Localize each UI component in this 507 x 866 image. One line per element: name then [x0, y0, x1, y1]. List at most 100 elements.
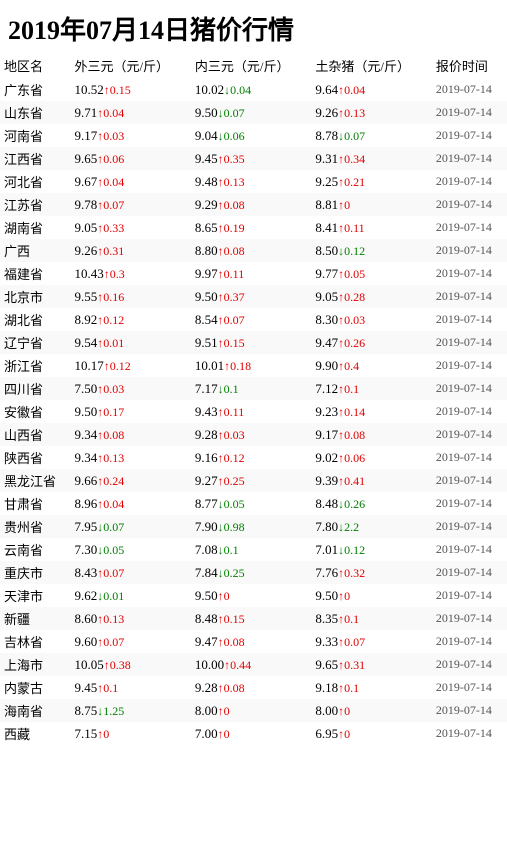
region-cell: 贵州省 — [0, 515, 70, 538]
tz-cell: 9.65↑0.31 — [311, 653, 431, 676]
table-row: 浙江省10.17↑0.1210.01↑0.189.90↑0.42019-07-1… — [0, 354, 507, 377]
date-cell: 2019-07-14 — [432, 584, 507, 607]
price-table: 地区名 外三元（元/斤） 内三元（元/斤） 土杂猪（元/斤） 报价时间 广东省1… — [0, 53, 507, 745]
region-cell: 甘肃省 — [0, 492, 70, 515]
n3-cell: 8.80↑0.08 — [191, 239, 311, 262]
w3-cell: 8.60↑0.13 — [70, 607, 190, 630]
date-cell: 2019-07-14 — [432, 78, 507, 101]
region-cell: 上海市 — [0, 653, 70, 676]
table-row: 甘肃省8.96↑0.048.77↓0.058.48↓0.262019-07-14 — [0, 492, 507, 515]
region-cell: 湖北省 — [0, 308, 70, 331]
w3-cell: 9.34↑0.13 — [70, 446, 190, 469]
n3-cell: 9.43↑0.11 — [191, 400, 311, 423]
table-row: 山东省9.71↑0.049.50↓0.079.26↑0.132019-07-14 — [0, 101, 507, 124]
n3-cell: 8.54↑0.07 — [191, 308, 311, 331]
w3-cell: 10.43↑0.3 — [70, 262, 190, 285]
table-row: 四川省7.50↑0.037.17↓0.17.12↑0.12019-07-14 — [0, 377, 507, 400]
n3-cell: 7.17↓0.1 — [191, 377, 311, 400]
tz-cell: 9.26↑0.13 — [311, 101, 431, 124]
tz-cell: 7.01↓0.12 — [311, 538, 431, 561]
date-cell: 2019-07-14 — [432, 193, 507, 216]
n3-cell: 7.08↓0.1 — [191, 538, 311, 561]
tz-cell: 9.05↑0.28 — [311, 285, 431, 308]
tz-cell: 7.12↑0.1 — [311, 377, 431, 400]
n3-cell: 9.50↑0 — [191, 584, 311, 607]
n3-cell: 9.04↓0.06 — [191, 124, 311, 147]
n3-cell: 8.65↑0.19 — [191, 216, 311, 239]
date-cell: 2019-07-14 — [432, 262, 507, 285]
date-cell: 2019-07-14 — [432, 538, 507, 561]
region-cell: 广西 — [0, 239, 70, 262]
w3-cell: 9.17↑0.03 — [70, 124, 190, 147]
w3-cell: 9.65↑0.06 — [70, 147, 190, 170]
w3-cell: 9.66↑0.24 — [70, 469, 190, 492]
table-row: 云南省7.30↓0.057.08↓0.17.01↓0.122019-07-14 — [0, 538, 507, 561]
w3-cell: 8.92↑0.12 — [70, 308, 190, 331]
table-row: 江苏省9.78↑0.079.29↑0.088.81↑02019-07-14 — [0, 193, 507, 216]
table-row: 内蒙古9.45↑0.19.28↑0.089.18↑0.12019-07-14 — [0, 676, 507, 699]
page-title: 2019年07月14日猪价行情 — [0, 0, 507, 53]
table-row: 湖北省8.92↑0.128.54↑0.078.30↑0.032019-07-14 — [0, 308, 507, 331]
table-row: 西藏7.15↑07.00↑06.95↑02019-07-14 — [0, 722, 507, 745]
region-cell: 安徽省 — [0, 400, 70, 423]
date-cell: 2019-07-14 — [432, 515, 507, 538]
w3-cell: 9.55↑0.16 — [70, 285, 190, 308]
region-cell: 吉林省 — [0, 630, 70, 653]
n3-cell: 9.29↑0.08 — [191, 193, 311, 216]
tz-cell: 6.95↑0 — [311, 722, 431, 745]
w3-cell: 9.26↑0.31 — [70, 239, 190, 262]
col-w3: 外三元（元/斤） — [70, 53, 190, 78]
table-row: 重庆市8.43↑0.077.84↓0.257.76↑0.322019-07-14 — [0, 561, 507, 584]
w3-cell: 10.52↑0.15 — [70, 78, 190, 101]
tz-cell: 8.35↑0.1 — [311, 607, 431, 630]
w3-cell: 9.05↑0.33 — [70, 216, 190, 239]
w3-cell: 9.34↑0.08 — [70, 423, 190, 446]
tz-cell: 9.39↑0.41 — [311, 469, 431, 492]
tz-cell: 8.81↑0 — [311, 193, 431, 216]
table-row: 海南省8.75↓1.258.00↑08.00↑02019-07-14 — [0, 699, 507, 722]
n3-cell: 9.16↑0.12 — [191, 446, 311, 469]
n3-cell: 9.47↑0.08 — [191, 630, 311, 653]
region-cell: 山西省 — [0, 423, 70, 446]
table-row: 广东省10.52↑0.1510.02↓0.049.64↑0.042019-07-… — [0, 78, 507, 101]
date-cell: 2019-07-14 — [432, 561, 507, 584]
tz-cell: 8.41↑0.11 — [311, 216, 431, 239]
table-row: 河南省9.17↑0.039.04↓0.068.78↓0.072019-07-14 — [0, 124, 507, 147]
region-cell: 河北省 — [0, 170, 70, 193]
region-cell: 江苏省 — [0, 193, 70, 216]
date-cell: 2019-07-14 — [432, 630, 507, 653]
col-tz: 土杂猪（元/斤） — [311, 53, 431, 78]
n3-cell: 7.90↓0.98 — [191, 515, 311, 538]
n3-cell: 9.28↑0.03 — [191, 423, 311, 446]
region-cell: 福建省 — [0, 262, 70, 285]
tz-cell: 9.18↑0.1 — [311, 676, 431, 699]
n3-cell: 9.28↑0.08 — [191, 676, 311, 699]
n3-cell: 9.45↑0.35 — [191, 147, 311, 170]
date-cell: 2019-07-14 — [432, 147, 507, 170]
n3-cell: 10.02↓0.04 — [191, 78, 311, 101]
w3-cell: 7.50↑0.03 — [70, 377, 190, 400]
w3-cell: 10.17↑0.12 — [70, 354, 190, 377]
tz-cell: 8.30↑0.03 — [311, 308, 431, 331]
region-cell: 陕西省 — [0, 446, 70, 469]
w3-cell: 10.05↑0.38 — [70, 653, 190, 676]
region-cell: 内蒙古 — [0, 676, 70, 699]
date-cell: 2019-07-14 — [432, 216, 507, 239]
w3-cell: 7.30↓0.05 — [70, 538, 190, 561]
col-n3: 内三元（元/斤） — [191, 53, 311, 78]
region-cell: 江西省 — [0, 147, 70, 170]
table-row: 福建省10.43↑0.39.97↑0.119.77↑0.052019-07-14 — [0, 262, 507, 285]
w3-cell: 9.60↑0.07 — [70, 630, 190, 653]
w3-cell: 7.15↑0 — [70, 722, 190, 745]
tz-cell: 7.76↑0.32 — [311, 561, 431, 584]
table-row: 广西9.26↑0.318.80↑0.088.50↓0.122019-07-14 — [0, 239, 507, 262]
region-cell: 河南省 — [0, 124, 70, 147]
region-cell: 重庆市 — [0, 561, 70, 584]
table-row: 新疆8.60↑0.138.48↑0.158.35↑0.12019-07-14 — [0, 607, 507, 630]
region-cell: 浙江省 — [0, 354, 70, 377]
date-cell: 2019-07-14 — [432, 239, 507, 262]
region-cell: 海南省 — [0, 699, 70, 722]
n3-cell: 10.00↑0.44 — [191, 653, 311, 676]
date-cell: 2019-07-14 — [432, 377, 507, 400]
region-cell: 北京市 — [0, 285, 70, 308]
